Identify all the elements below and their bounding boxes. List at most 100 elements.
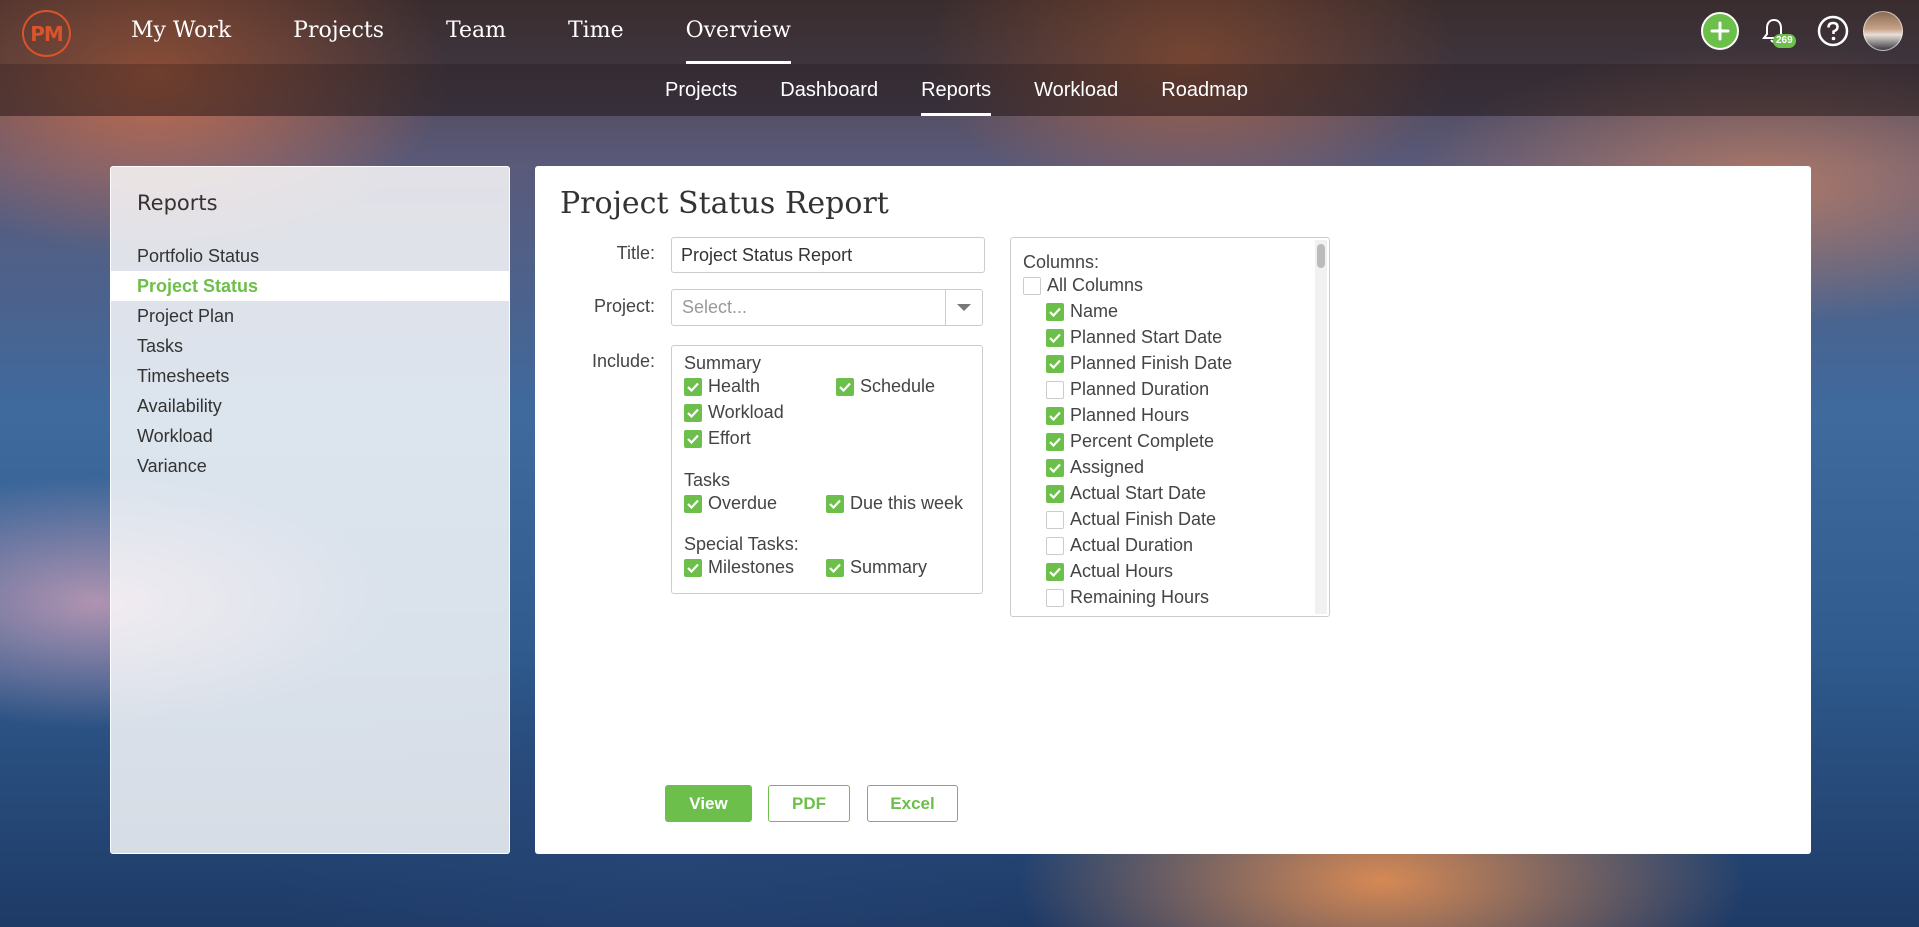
checkbox-unchecked-icon (1046, 510, 1064, 529)
title-field-label: Title: (616, 243, 655, 263)
subnav-reports[interactable]: Reports (921, 64, 992, 116)
checkbox-label: Overdue (708, 493, 778, 513)
sidebar-title: Reports (137, 191, 218, 215)
bell-icon[interactable]: 269 (1755, 12, 1796, 50)
column-checkbox-planned-start-date[interactable]: Planned Start Date (1046, 327, 1222, 348)
sidebar-item-portfolio-status[interactable]: Portfolio Status (111, 241, 509, 271)
top-navigation-bar: PM My Work Projects Team Time Overview 2… (0, 0, 1919, 64)
tasks-group-label: Tasks (684, 470, 731, 490)
page-title: Project Status Report (560, 186, 889, 221)
nav-my-work[interactable]: My Work (131, 0, 231, 64)
sidebar-item-availability[interactable]: Availability (111, 391, 509, 421)
columns-label: Columns: (1023, 252, 1100, 272)
subnav-workload[interactable]: Workload (1034, 64, 1118, 116)
include-field-label: Include: (591, 351, 655, 371)
sidebar-item-project-status[interactable]: Project Status (111, 271, 509, 301)
checkbox-label: Milestones (708, 557, 795, 577)
checkbox-unchecked-icon (1046, 536, 1064, 555)
columns-scrollbar[interactable] (1315, 240, 1327, 614)
checkbox-checked-icon (1046, 354, 1064, 373)
column-checkbox-actual-finish-date[interactable]: Actual Finish Date (1046, 509, 1216, 530)
checkbox-label: Workload (708, 402, 784, 422)
column-checkbox-actual-hours[interactable]: Actual Hours (1046, 561, 1173, 582)
scrollbar-thumb[interactable] (1317, 244, 1325, 268)
column-checkbox-assigned[interactable]: Assigned (1046, 457, 1144, 478)
checkbox-label: Effort (708, 428, 751, 448)
checkbox-label: Health (708, 376, 761, 396)
nav-team[interactable]: Team (446, 0, 506, 64)
subnav-roadmap[interactable]: Roadmap (1161, 64, 1248, 116)
checkbox-due-this-week[interactable]: Due this week (826, 493, 963, 514)
plus-circle-icon[interactable] (1701, 12, 1739, 50)
nav-time[interactable]: Time (568, 0, 624, 64)
sidebar-item-tasks[interactable]: Tasks (111, 331, 509, 361)
checkbox-workload[interactable]: Workload (684, 402, 784, 423)
column-checkbox-remaining-hours[interactable]: Remaining Hours (1046, 587, 1209, 608)
column-checkbox-percent-complete[interactable]: Percent Complete (1046, 431, 1214, 452)
notification-count-badge: 269 (1773, 34, 1796, 48)
include-options-box: Summary Health Schedule Workload Effort … (671, 345, 983, 594)
column-checkbox-planned-duration[interactable]: Planned Duration (1046, 379, 1209, 400)
checkbox-checked-icon (1046, 484, 1064, 503)
user-avatar[interactable] (1863, 11, 1903, 51)
checkbox-effort[interactable]: Effort (684, 428, 751, 449)
checkbox-all-columns[interactable]: All Columns (1023, 275, 1143, 296)
question-circle-icon[interactable] (1814, 12, 1852, 50)
checkbox-label: Actual Hours (1070, 561, 1174, 581)
checkbox-checked-icon (1046, 458, 1064, 477)
checkbox-checked-icon (836, 377, 854, 396)
checkbox-checked-icon (684, 429, 702, 448)
checkbox-unchecked-icon (1023, 276, 1041, 295)
checkbox-checked-icon (684, 377, 702, 396)
sub-navigation-bar: Projects Dashboard Reports Workload Road… (0, 64, 1919, 116)
checkbox-checked-icon (1046, 328, 1064, 347)
column-checkbox-planned-hours[interactable]: Planned Hours (1046, 405, 1189, 426)
column-checkbox-name[interactable]: Name (1046, 301, 1118, 322)
checkbox-checked-icon (684, 494, 702, 513)
subnav-dashboard[interactable]: Dashboard (780, 64, 878, 116)
column-checkbox-actual-duration[interactable]: Actual Duration (1046, 535, 1193, 556)
checkbox-label: Summary (850, 557, 928, 577)
subnav-projects[interactable]: Projects (665, 64, 737, 116)
checkbox-checked-icon (1046, 302, 1064, 321)
checkbox-label: Actual Duration (1070, 535, 1194, 555)
checkbox-health[interactable]: Health (684, 376, 760, 397)
sidebar-item-workload[interactable]: Workload (111, 421, 509, 451)
checkbox-checked-icon (1046, 406, 1064, 425)
checkbox-label: Planned Hours (1070, 405, 1190, 425)
project-select[interactable]: Select... (671, 289, 983, 326)
checkbox-label: Actual Start Date (1070, 483, 1207, 503)
checkbox-checked-icon (1046, 562, 1064, 581)
checkbox-label: Planned Start Date (1070, 327, 1223, 347)
sidebar-item-project-plan[interactable]: Project Plan (111, 301, 509, 331)
view-button[interactable]: View (665, 785, 752, 822)
pm-logo[interactable]: PM (22, 10, 71, 57)
checkbox-checked-icon (826, 558, 844, 577)
checkbox-label: Due this week (850, 493, 964, 513)
checkbox-label: Schedule (860, 376, 936, 396)
checkbox-overdue[interactable]: Overdue (684, 493, 777, 514)
checkbox-milestones[interactable]: Milestones (684, 557, 794, 578)
project-select-placeholder: Select... (682, 297, 748, 317)
sidebar-item-variance[interactable]: Variance (111, 451, 509, 481)
column-checkbox-planned-finish-date[interactable]: Planned Finish Date (1046, 353, 1232, 374)
checkbox-unchecked-icon (1046, 588, 1064, 607)
report-title-input[interactable] (671, 237, 985, 273)
checkbox-unchecked-icon (1046, 380, 1064, 399)
column-checkbox-actual-start-date[interactable]: Actual Start Date (1046, 483, 1206, 504)
reports-sidebar: Reports Portfolio Status Project Status … (110, 166, 510, 854)
project-field-label: Project: (593, 296, 655, 316)
nav-projects[interactable]: Projects (293, 0, 384, 64)
checkbox-schedule[interactable]: Schedule (836, 376, 935, 397)
pdf-button[interactable]: PDF (768, 785, 850, 822)
chevron-down-icon[interactable] (945, 290, 982, 325)
special-tasks-group-label: Special Tasks: (684, 534, 799, 554)
checkbox-checked-icon (826, 494, 844, 513)
checkbox-label: Assigned (1070, 457, 1145, 477)
columns-list-box[interactable]: Columns: All Columns Name Planned Start … (1010, 237, 1330, 617)
sidebar-item-timesheets[interactable]: Timesheets (111, 361, 509, 391)
checkbox-summary[interactable]: Summary (826, 557, 927, 578)
excel-button[interactable]: Excel (867, 785, 958, 822)
checkbox-label: Percent Complete (1070, 431, 1215, 451)
nav-overview[interactable]: Overview (685, 0, 792, 64)
